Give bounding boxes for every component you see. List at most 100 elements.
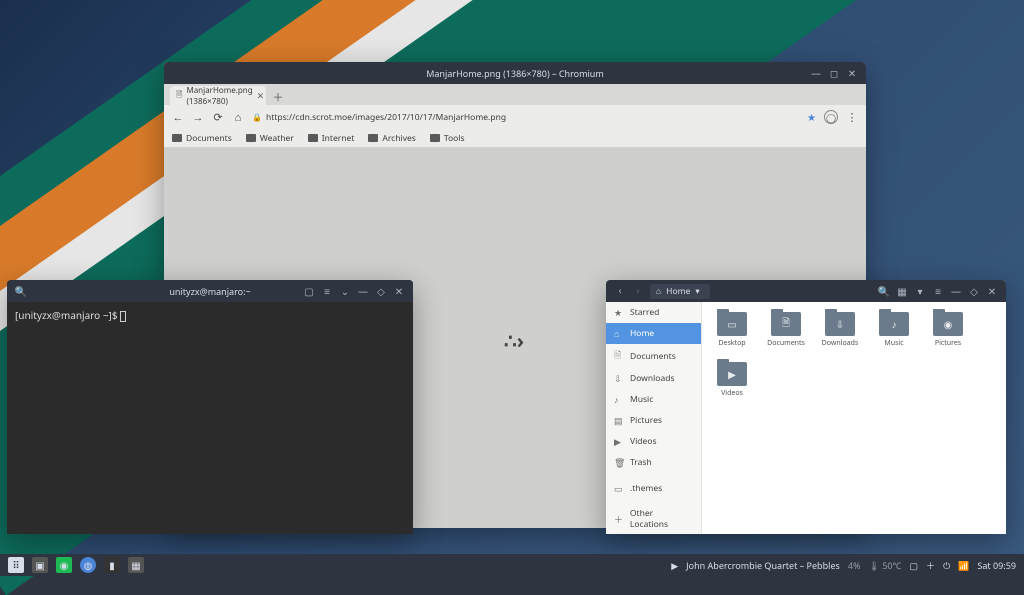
terminal-cursor <box>120 311 126 322</box>
sidebar-item-documents[interactable]: 🗎Documents <box>606 344 701 368</box>
terminal-menu-icon[interactable]: ≡ <box>321 285 333 297</box>
terminal-prompt: [unityzx@manjaro ~]$ <box>15 308 120 322</box>
bookmark-item[interactable]: Tools <box>430 133 465 144</box>
plus-icon: ＋ <box>614 513 624 526</box>
tray-volume-icon[interactable]: ＋ <box>926 559 935 572</box>
browser-tabstrip: 🗎 ManjarHome.png (1386×780) ✕ ＋ <box>164 84 866 105</box>
chevron-down-icon[interactable]: ⌄ <box>339 285 351 297</box>
folder-icon: ♪ <box>879 312 909 336</box>
files-sidebar: ★Starred ⌂Home 🗎Documents ⇩Downloads ♪Mu… <box>606 302 702 534</box>
music-icon: ♪ <box>614 393 624 406</box>
nav-forward-icon[interactable]: → <box>192 111 204 123</box>
media-now-playing[interactable]: John Abercrombie Quartet – Pebbles <box>686 559 840 572</box>
files-search-icon[interactable]: 🔍 <box>878 285 890 297</box>
taskbar-files-icon[interactable]: ▣ <box>32 557 48 573</box>
folder-music[interactable]: ♪Music <box>874 312 914 348</box>
star-icon: ★ <box>614 306 624 319</box>
sidebar-item-other-locations[interactable]: ＋Other Locations <box>606 504 701 534</box>
temperature-indicator[interactable]: 🌡 50℃ <box>868 559 901 572</box>
nav-home-icon[interactable]: ⌂ <box>232 111 244 123</box>
taskbar-terminal-icon[interactable]: ▮ <box>104 557 120 573</box>
new-tab-button[interactable]: ＋ <box>270 89 286 105</box>
nav-reload-icon[interactable]: ⟳ <box>212 111 224 123</box>
sidebar-item-music[interactable]: ♪Music <box>606 389 701 410</box>
tray-power-icon[interactable]: ⏻ <box>943 559 950 572</box>
window-close-icon[interactable]: ✕ <box>986 285 998 297</box>
media-play-icon[interactable]: ▶ <box>671 559 678 572</box>
files-content[interactable]: ▭Desktop 🗎Documents ⇩Downloads ♪Music ◉P… <box>702 302 1006 534</box>
terminal-titlebar[interactable]: 🔍 unityzx@manjaro:~ ▢ ≡ ⌄ — ◇ ✕ <box>7 280 413 302</box>
bookmark-item[interactable]: Documents <box>172 133 232 144</box>
apps-menu-icon[interactable]: ⠿ <box>8 557 24 573</box>
folder-icon: ▭ <box>717 312 747 336</box>
folder-icon <box>246 134 256 142</box>
window-maximize-icon[interactable]: ◇ <box>968 285 980 297</box>
profile-avatar-icon[interactable]: ◯ <box>824 110 838 124</box>
terminal-newtab-icon[interactable]: ▢ <box>303 285 315 297</box>
bookmarks-bar: Documents Weather Internet Archives Tool… <box>164 129 866 148</box>
video-icon: ▶ <box>614 435 624 448</box>
taskbar-spotify-icon[interactable]: ◉ <box>56 557 72 573</box>
terminal-search-icon[interactable]: 🔍 <box>15 285 27 297</box>
window-maximize-icon[interactable]: ◇ <box>375 285 387 297</box>
browser-menu-icon[interactable]: ⋮ <box>846 111 858 123</box>
clock[interactable]: Sat 09:59 <box>977 559 1016 572</box>
nav-back-icon[interactable]: ‹ <box>614 284 626 296</box>
bookmark-star-icon[interactable]: ★ <box>807 110 816 124</box>
bookmark-item[interactable]: Internet <box>308 133 355 144</box>
tab-label: ManjarHome.png (1386×780) <box>186 85 252 107</box>
chevron-down-icon: ▾ <box>695 286 699 297</box>
window-close-icon[interactable]: ✕ <box>393 285 405 297</box>
files-window: ‹ › ⌂ Home ▾ 🔍 ▦ ▾ ≡ — ◇ ✕ ★Starred ⌂Hom… <box>606 280 1006 534</box>
window-minimize-icon[interactable]: — <box>357 285 369 297</box>
window-minimize-icon[interactable]: — <box>950 285 962 297</box>
folder-desktop[interactable]: ▭Desktop <box>712 312 752 348</box>
home-icon: ⌂ <box>614 327 624 340</box>
folder-icon <box>430 134 440 142</box>
sidebar-item-starred[interactable]: ★Starred <box>606 302 701 323</box>
folder-icon: 🗎 <box>771 312 801 336</box>
battery-indicator[interactable]: 4% <box>848 559 861 572</box>
sidebar-item-home[interactable]: ⌂Home <box>606 323 701 344</box>
bottom-panel: ⠿ ▣ ◉ ◍ ▮ ▦ ▶ John Abercrombie Quartet –… <box>0 554 1024 576</box>
sidebar-item-pictures[interactable]: ▤Pictures <box>606 410 701 431</box>
chevron-down-icon[interactable]: ▾ <box>914 285 926 297</box>
nav-forward-icon[interactable]: › <box>632 284 644 296</box>
folder-icon <box>368 134 378 142</box>
browser-tab[interactable]: 🗎 ManjarHome.png (1386×780) ✕ <box>170 86 266 105</box>
view-grid-icon[interactable]: ▦ <box>896 285 908 297</box>
sidebar-item-trash[interactable]: 🗑Trash <box>606 452 701 473</box>
folder-icon: ▭ <box>614 482 624 495</box>
folder-pictures[interactable]: ◉Pictures <box>928 312 968 348</box>
files-menu-icon[interactable]: ≡ <box>932 285 944 297</box>
tab-favicon: 🗎 <box>176 89 182 103</box>
folder-icon <box>172 134 182 142</box>
folder-documents[interactable]: 🗎Documents <box>766 312 806 348</box>
browser-toolbar: ← → ⟳ ⌂ 🔒 https://cdn.scrot.moe/images/2… <box>164 105 866 129</box>
folder-downloads[interactable]: ⇩Downloads <box>820 312 860 348</box>
bookmark-item[interactable]: Archives <box>368 133 415 144</box>
tray-workspace-icon[interactable]: ▢ <box>910 559 919 572</box>
folder-videos[interactable]: ▶Videos <box>712 362 752 398</box>
url-bar[interactable]: 🔒 https://cdn.scrot.moe/images/2017/10/1… <box>252 108 799 126</box>
terminal-window: 🔍 unityzx@manjaro:~ ▢ ≡ ⌄ — ◇ ✕ [unityzx… <box>7 280 413 534</box>
taskbar-app-icon[interactable]: ▦ <box>128 557 144 573</box>
nav-back-icon[interactable]: ← <box>172 111 184 123</box>
tray-network-icon[interactable]: 📶 <box>958 559 969 572</box>
terminal-body[interactable]: [unityzx@manjaro ~]$ <box>7 302 413 328</box>
window-maximize-icon[interactable]: ◻ <box>828 67 840 79</box>
tab-close-icon[interactable]: ✕ <box>257 89 265 102</box>
document-icon: 🗎 <box>614 348 624 364</box>
bookmark-item[interactable]: Weather <box>246 133 294 144</box>
sidebar-item-themes[interactable]: ▭.themes <box>606 478 701 499</box>
path-breadcrumb[interactable]: ⌂ Home ▾ <box>650 284 710 299</box>
url-text: https://cdn.scrot.moe/images/2017/10/17/… <box>266 112 506 123</box>
window-close-icon[interactable]: ✕ <box>846 67 858 79</box>
sidebar-item-videos[interactable]: ▶Videos <box>606 431 701 452</box>
taskbar-chromium-icon[interactable]: ◍ <box>80 557 96 573</box>
folder-icon <box>308 134 318 142</box>
window-minimize-icon[interactable]: — <box>810 67 822 79</box>
files-titlebar[interactable]: ‹ › ⌂ Home ▾ 🔍 ▦ ▾ ≡ — ◇ ✕ <box>606 280 1006 302</box>
sidebar-item-downloads[interactable]: ⇩Downloads <box>606 368 701 389</box>
browser-titlebar[interactable]: ManjarHome.png (1386×780) – Chromium — ◻… <box>164 62 866 84</box>
